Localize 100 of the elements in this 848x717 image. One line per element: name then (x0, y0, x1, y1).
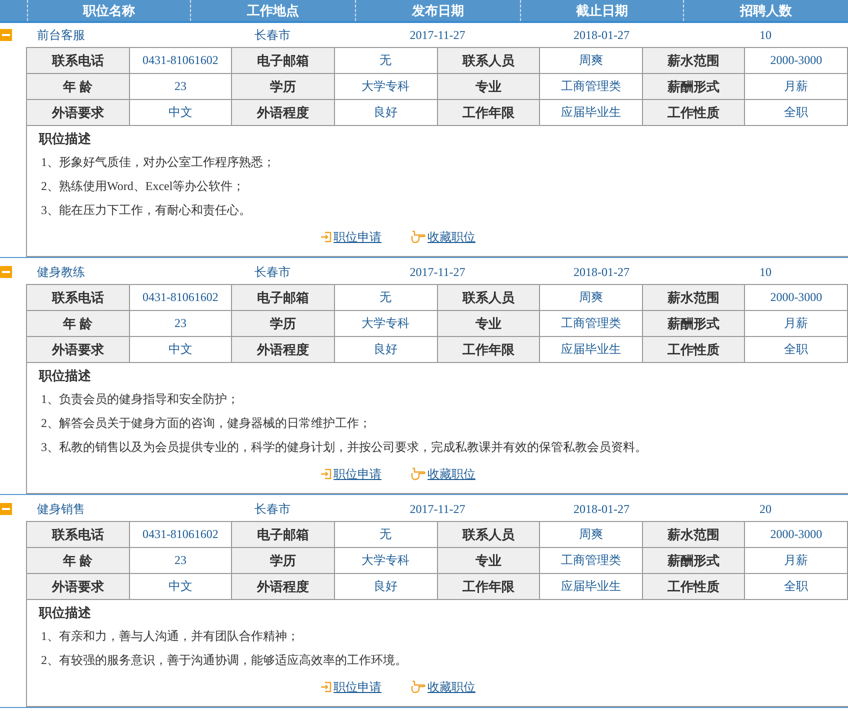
description-title: 职位描述 (38, 604, 92, 622)
field-label: 薪水范围 (642, 522, 746, 548)
field-label: 学历 (232, 548, 335, 574)
save-link[interactable]: 收藏职位 (428, 228, 476, 246)
collapse-icon[interactable] (0, 29, 12, 41)
description-line: 1、形象好气质佳，对办公室工作程序熟悉； (40, 154, 276, 171)
field-value: 全职 (745, 574, 848, 600)
field-label: 联系人员 (438, 522, 540, 548)
field-value: 月薪 (745, 548, 848, 574)
description-line: 3、能在压力下工作，有耐心和责任心。 (40, 202, 252, 219)
collapse-icon[interactable] (0, 503, 12, 515)
field-value: 工商管理类 (540, 74, 643, 100)
description-line: 2、熟练使用Word、Excel等办公软件； (40, 178, 246, 195)
headcount: 10 (760, 264, 772, 278)
location: 长春市 (254, 264, 290, 278)
field-label: 薪酬形式 (642, 548, 746, 574)
field-label: 电子邮箱 (232, 48, 335, 74)
field-value: 无 (334, 522, 438, 548)
field-value: 月薪 (745, 74, 848, 100)
location: 长春市 (254, 502, 290, 516)
field-label: 联系人员 (438, 285, 540, 311)
field-value: 周爽 (540, 48, 643, 74)
save-link[interactable]: 收藏职位 (428, 678, 476, 696)
apply-icon (320, 681, 332, 693)
field-value: 周爽 (540, 522, 643, 548)
post-date: 2017-11-27 (410, 502, 466, 516)
post-date: 2017-11-27 (410, 28, 466, 42)
field-value: 应届毕业生 (540, 337, 643, 363)
description-line: 2、有较强的服务意识，善于沟通协调，能够适应高效率的工作环境。 (40, 652, 408, 669)
field-value: 2000-3000 (745, 522, 848, 548)
field-label: 专业 (438, 74, 540, 100)
apply-link[interactable]: 职位申请 (334, 228, 382, 246)
field-value: 月薪 (745, 311, 848, 337)
apply-link[interactable]: 职位申请 (334, 466, 382, 482)
field-label: 专业 (438, 311, 540, 337)
field-value: 良好 (334, 337, 438, 363)
headcount: 10 (760, 28, 772, 42)
field-value: 工商管理类 (540, 311, 643, 337)
field-label: 联系电话 (27, 522, 130, 548)
field-value: 2000-3000 (745, 285, 848, 311)
field-label: 工作年限 (438, 100, 540, 126)
job-title[interactable]: 健身销售 (37, 502, 85, 516)
deadline: 2018-01-27 (574, 502, 630, 516)
field-value: 2000-3000 (745, 48, 848, 74)
field-label: 薪酬形式 (642, 311, 746, 337)
field-label: 年 龄 (27, 311, 130, 337)
field-label: 外语程度 (232, 574, 335, 600)
pointing-hand-icon (410, 680, 426, 694)
headcount: 20 (760, 502, 772, 516)
collapse-icon[interactable] (0, 266, 12, 278)
field-label: 外语要求 (27, 337, 130, 363)
field-value: 周爽 (540, 285, 643, 311)
column-header: 工作地点 (190, 0, 355, 21)
field-label: 联系人员 (438, 48, 540, 74)
field-value: 全职 (745, 100, 848, 126)
field-label: 工作性质 (642, 100, 746, 126)
field-value: 大学专科 (334, 74, 438, 100)
field-label: 电子邮箱 (232, 285, 335, 311)
field-value: 无 (334, 285, 438, 311)
field-label: 专业 (438, 548, 540, 574)
post-date: 2017-11-27 (410, 264, 466, 278)
field-value: 应届毕业生 (540, 100, 643, 126)
field-value: 无 (334, 48, 438, 74)
field-label: 外语程度 (232, 100, 335, 126)
field-label: 外语程度 (232, 337, 335, 363)
description-title: 职位描述 (38, 130, 92, 148)
field-label: 年 龄 (27, 74, 130, 100)
field-label: 薪水范围 (642, 285, 746, 311)
field-value: 大学专科 (334, 548, 438, 574)
field-value: 应届毕业生 (540, 574, 643, 600)
field-value: 大学专科 (334, 311, 438, 337)
field-label: 年 龄 (27, 548, 130, 574)
column-header: 截止日期 (520, 0, 683, 21)
description-title: 职位描述 (38, 367, 92, 385)
apply-link[interactable]: 职位申请 (334, 678, 382, 696)
column-header: 招聘人数 (683, 0, 848, 21)
description-line: 3、私教的销售以及为会员提供专业的，科学的健身计划，并按公司要求，完成私教课并有效的保管私教会员资料。 (40, 439, 648, 456)
field-label: 工作性质 (642, 337, 746, 363)
job-title[interactable]: 前台客服 (37, 28, 85, 42)
field-label: 薪水范围 (642, 48, 746, 74)
save-link[interactable]: 收藏职位 (428, 466, 476, 482)
field-label: 学历 (232, 74, 335, 100)
field-label: 电子邮箱 (232, 522, 335, 548)
column-header: 发布日期 (355, 0, 520, 21)
apply-icon (320, 231, 332, 243)
field-label: 外语要求 (27, 100, 130, 126)
field-label: 工作年限 (438, 574, 540, 600)
job-title[interactable]: 健身教练 (37, 264, 85, 278)
field-value: 全职 (745, 337, 848, 363)
description-line: 1、负责会员的健身指导和安全防护； (40, 391, 240, 408)
apply-icon (320, 468, 332, 480)
pointing-hand-icon (410, 230, 426, 244)
field-label: 学历 (232, 311, 335, 337)
field-label: 外语要求 (27, 574, 130, 600)
description-line: 1、有亲和力，善与人沟通，并有团队合作精神； (40, 628, 300, 645)
field-label: 薪酬形式 (642, 74, 746, 100)
field-value: 良好 (334, 574, 438, 600)
field-value: 良好 (334, 100, 438, 126)
field-label: 工作性质 (642, 574, 746, 600)
pointing-hand-icon (410, 467, 426, 481)
